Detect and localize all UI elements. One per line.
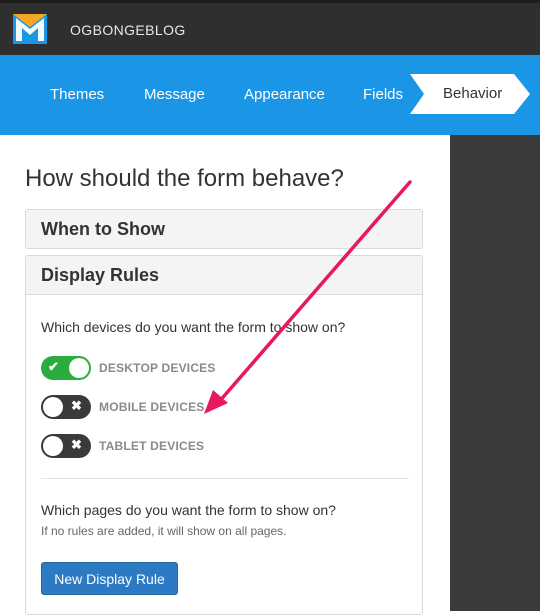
- devices-question: Which devices do you want the form to sh…: [41, 319, 346, 335]
- tablet-devices-label: TABLET DEVICES: [99, 439, 205, 453]
- envelope-m-logo-icon[interactable]: [13, 14, 47, 44]
- toggle-knob: [69, 358, 89, 378]
- display-rules-title[interactable]: Display Rules: [26, 256, 422, 295]
- desktop-devices-label: DESKTOP DEVICES: [99, 361, 216, 375]
- desktop-toggle[interactable]: ✔: [41, 356, 91, 380]
- display-rules-section: Display Rules Which devices do you want …: [25, 255, 423, 615]
- mobile-toggle[interactable]: ✖: [41, 395, 91, 419]
- tab-behavior[interactable]: Behavior: [443, 74, 502, 114]
- pages-question: Which pages do you want the form to show…: [41, 502, 336, 518]
- page-title: How should the form behave?: [25, 165, 344, 192]
- tab-message[interactable]: Message: [144, 55, 205, 135]
- mobile-devices-label: MOBILE DEVICES: [99, 400, 205, 414]
- divider: [41, 478, 409, 479]
- pages-hint: If no rules are added, it will show on a…: [41, 524, 287, 538]
- x-icon: ✖: [71, 398, 82, 413]
- tab-appearance[interactable]: Appearance: [244, 55, 325, 135]
- top-bar: OGBONGEBLOG: [0, 0, 540, 55]
- when-to-show-title[interactable]: When to Show: [26, 210, 422, 248]
- check-icon: ✔: [48, 359, 59, 374]
- tab-fields[interactable]: Fields: [363, 55, 403, 135]
- builder-nav: Themes Message Appearance Fields Behavio…: [0, 55, 540, 135]
- new-display-rule-button[interactable]: New Display Rule: [41, 562, 178, 595]
- toggle-knob: [43, 436, 63, 456]
- toggle-knob: [43, 397, 63, 417]
- preview-area: [450, 135, 540, 611]
- settings-panel: How should the form behave? When to Show…: [0, 135, 450, 615]
- x-icon: ✖: [71, 437, 82, 452]
- when-to-show-section[interactable]: When to Show: [25, 209, 423, 249]
- tab-themes[interactable]: Themes: [50, 55, 104, 135]
- tablet-toggle[interactable]: ✖: [41, 434, 91, 458]
- brand-name[interactable]: OGBONGEBLOG: [70, 22, 186, 38]
